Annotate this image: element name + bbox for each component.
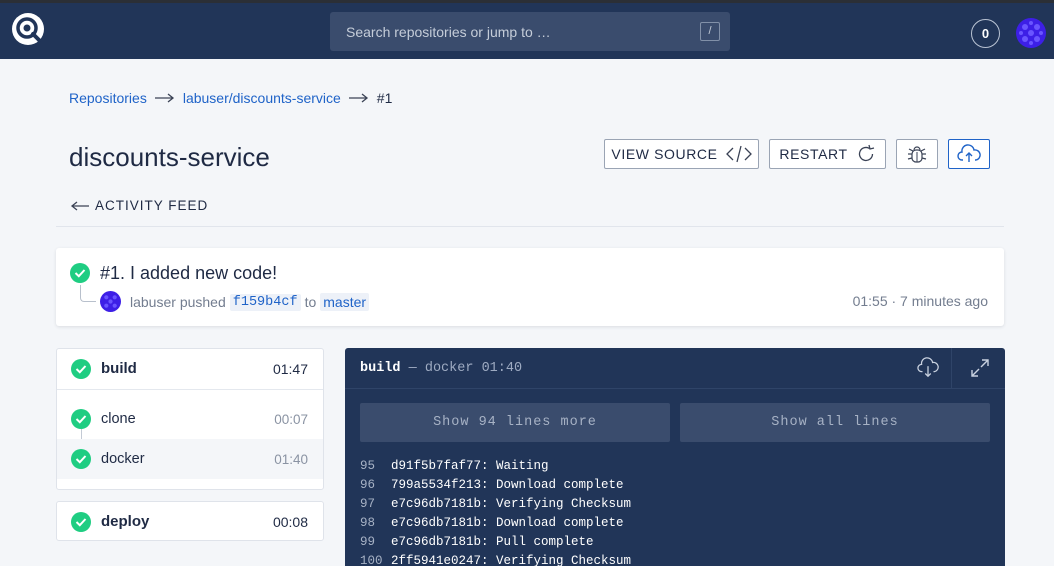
breadcrumb-repositories-link[interactable]: Repositories [69,90,147,106]
log-line-number: 100 [360,554,383,566]
stage-header[interactable]: build 01:47 [57,349,323,389]
search-input[interactable] [330,12,730,51]
arrow-right-icon [154,90,175,106]
search-shortcut-key: / [700,22,720,41]
check-icon [70,263,90,283]
stage-name: deploy [101,513,150,530]
author-name: labuser [130,294,176,310]
commit-sha-link[interactable]: f159b4cf [229,293,301,311]
notification-count-badge[interactable]: 0 [971,19,1000,48]
arrow-left-icon [70,200,89,211]
breadcrumb-current: #1 [376,90,393,106]
step-duration: 01:40 [274,452,308,467]
stage-name: build [101,360,137,377]
stage-duration: 01:47 [272,361,308,377]
log-line-number: 95 [360,459,376,473]
divider [951,348,952,388]
commit-to: to [304,294,317,310]
build-title: #1. I added new code! [100,263,278,283]
commit-verb: pushed [179,294,226,310]
tree-connector [80,285,96,302]
show-all-lines-button[interactable]: Show all lines [680,403,990,442]
check-icon [71,409,91,429]
log-separator: — [408,361,417,376]
commit-info: labuser pushed f159b4cf to master [130,293,373,311]
log-panel: build — docker 01:40 Show 94 lines more … [345,348,1005,566]
log-line: 97 e7c96db7181b: Verifying Checksum [360,495,631,514]
build-timestamp: 01:55 · 7 minutes ago [852,293,988,309]
log-line-text: e7c96db7181b: Download complete [391,516,624,530]
activity-feed-link[interactable]: ACTIVITY FEED [70,198,208,213]
stage-header[interactable]: deploy 00:08 [57,502,323,542]
breadcrumb: Repositories labuser/discounts-service #… [69,90,392,106]
log-line: 99 e7c96db7181b: Pull complete [360,533,631,552]
view-source-label: VIEW SOURCE [611,146,718,162]
page-title: discounts-service [69,142,270,172]
step-name: clone [101,411,136,427]
show-more-lines-button[interactable]: Show 94 lines more [360,403,670,442]
top-navbar: / 0 [0,0,1054,59]
divider [57,389,323,390]
restart-button[interactable]: RESTART [769,139,886,169]
branch-link[interactable]: master [320,293,370,311]
search-box[interactable]: / [330,12,730,51]
log-stage-name: build [360,361,401,376]
log-line-number: 99 [360,535,376,549]
log-line-number: 98 [360,516,376,530]
log-line-text: 2ff5941e0247: Verifying Checksum [391,554,632,566]
log-line-number: 96 [360,478,376,492]
log-line-text: d91f5b7faf77: Waiting [391,459,549,473]
cloud-download-icon[interactable] [917,357,939,384]
step-name: docker [101,451,145,467]
build-summary-card: #1. I added new code! labuser pushed f15… [56,248,1004,326]
step-item-clone[interactable]: clone 00:07 [57,399,323,439]
step-item-docker[interactable]: docker 01:40 [57,439,323,479]
check-icon [71,359,91,379]
log-duration: 01:40 [481,361,523,376]
log-line-number: 97 [360,497,376,511]
expand-icon[interactable] [970,358,990,383]
log-title: build — docker 01:40 [360,361,522,376]
log-line: 100 2ff5941e0247: Verifying Checksum [360,552,631,566]
restart-label: RESTART [779,146,848,162]
log-step-name: docker [424,361,474,376]
log-output: 95 d91f5b7faf77: Waiting 96 799a5534f213: … [360,457,631,566]
check-icon [71,512,91,532]
deploy-button[interactable] [948,139,990,169]
log-line-text: e7c96db7181b: Verifying Checksum [391,497,632,511]
stage-duration: 00:08 [272,514,308,530]
stage-card-build: build 01:47 clone 00:07 docker 01:40 [56,348,324,490]
log-line: 96 799a5534f213: Download complete [360,476,631,495]
breadcrumb-repo-link[interactable]: labuser/discounts-service [183,90,341,106]
divider [345,388,1005,389]
bug-icon [907,146,927,163]
debug-button[interactable] [896,139,938,169]
stage-card-deploy: deploy 00:08 [56,501,324,541]
view-source-button[interactable]: VIEW SOURCE [604,139,759,169]
author-avatar [100,291,121,312]
refresh-icon [858,144,874,162]
user-avatar[interactable] [1016,18,1046,48]
code-icon [725,145,752,163]
step-duration: 00:07 [274,412,308,427]
drone-logo-icon[interactable] [12,13,44,45]
check-icon [71,449,91,469]
log-line-text: 799a5534f213: Download complete [391,478,624,492]
log-line-text: e7c96db7181b: Pull complete [391,535,594,549]
cloud-upload-icon [957,144,981,162]
log-line: 95 d91f5b7faf77: Waiting [360,457,631,476]
arrow-right-icon [348,90,369,106]
divider [56,226,1004,227]
activity-feed-label: ACTIVITY FEED [95,198,209,213]
log-line: 98 e7c96db7181b: Download complete [360,514,631,533]
